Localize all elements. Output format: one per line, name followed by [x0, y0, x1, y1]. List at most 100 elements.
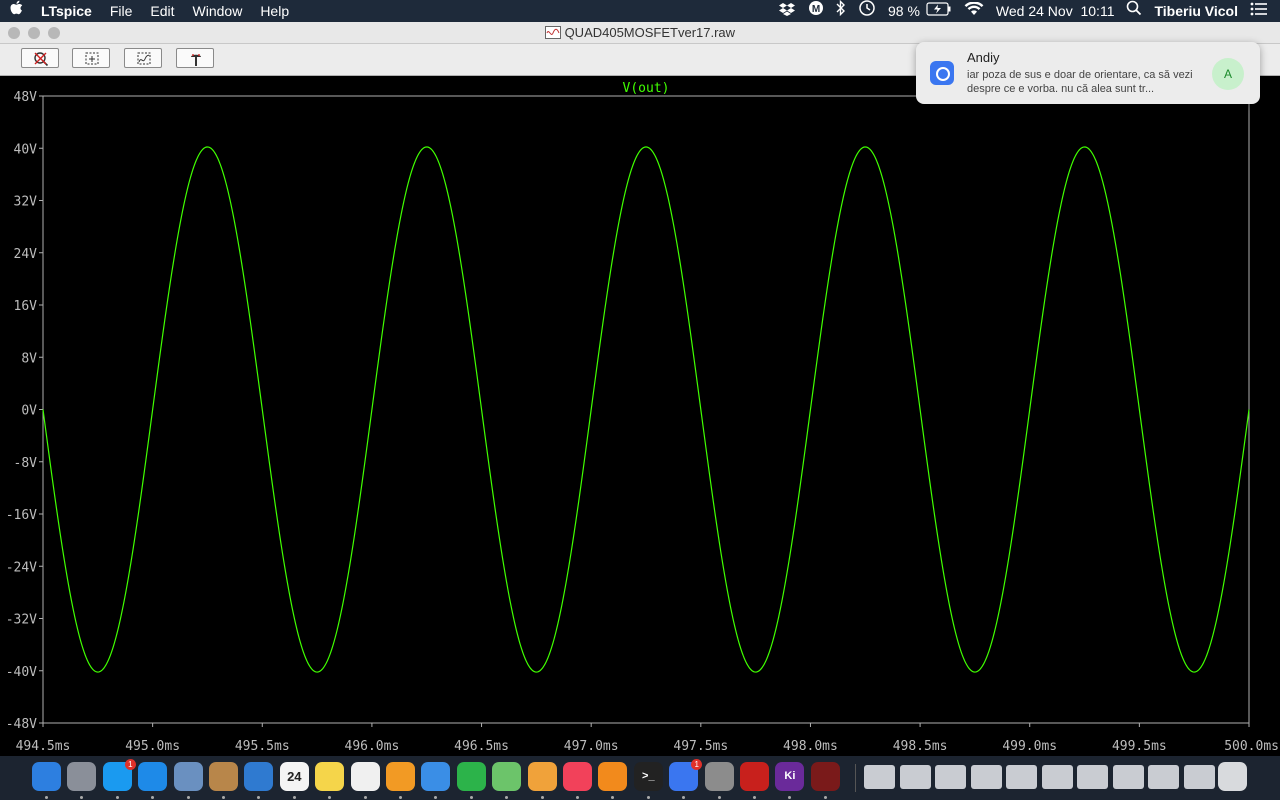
x-tick-label: 497.0ms — [564, 739, 619, 754]
dock-running-indicator — [399, 796, 402, 799]
y-tick-label: 24V — [14, 247, 38, 262]
dock-numbers-icon[interactable] — [456, 762, 486, 791]
dock-maps-icon[interactable] — [492, 762, 522, 791]
waveform-chart[interactable]: V(out) 48V 40V 32V 24V 16V 8V 0V -8V -16V -24V -32… — [0, 76, 1280, 756]
x-axis: 494.5ms 495.0ms 495.5ms 496.0ms 496.5ms 497.0… — [16, 723, 1279, 754]
y-tick-label: 0V — [21, 404, 37, 419]
dock-notes-icon[interactable] — [315, 762, 345, 791]
y-tick-label: -8V — [14, 456, 38, 471]
dock-app-store-icon[interactable]: 1 — [102, 759, 136, 791]
x-tick-label: 497.5ms — [673, 739, 728, 754]
app-menu[interactable]: LTspice — [32, 0, 101, 22]
dock-minimized-window[interactable] — [899, 765, 931, 789]
battery-icon[interactable] — [926, 0, 958, 22]
dock-textedit-icon[interactable] — [350, 762, 380, 791]
list-icon[interactable] — [1244, 0, 1274, 22]
dock-minimized-window[interactable] — [1183, 765, 1215, 789]
dropbox-icon[interactable] — [772, 0, 802, 22]
time-machine-icon[interactable] — [852, 0, 882, 23]
dock-running-indicator — [753, 796, 756, 799]
dock-terminal-label: >_ — [642, 770, 655, 782]
zoom-area-button[interactable] — [72, 48, 110, 68]
dock-books-icon[interactable] — [598, 762, 628, 791]
window-title-text: QUAD405MOSFETver17.raw — [564, 25, 736, 40]
autorange-button[interactable] — [124, 48, 162, 68]
dock-photos-icon[interactable] — [527, 762, 557, 791]
dock-running-indicator — [788, 796, 792, 799]
dock-calculator-icon[interactable] — [704, 762, 734, 791]
dock-xcode-icon[interactable] — [244, 762, 274, 791]
dock-music-icon[interactable] — [563, 762, 592, 791]
dock-finder-icon[interactable] — [32, 762, 61, 791]
plot-frame — [42, 95, 1250, 724]
dock-preview-icon[interactable] — [173, 762, 203, 791]
zoom-cancel-icon — [34, 52, 49, 67]
dock-keynote-icon[interactable] — [421, 762, 451, 791]
trace-label[interactable]: V(out) — [623, 81, 670, 96]
dock-running-indicator — [434, 796, 438, 799]
zoom-cancel-button[interactable] — [21, 48, 59, 68]
dock-kicad-label: Ki — [784, 770, 796, 782]
dock-safari-icon[interactable] — [138, 762, 168, 791]
waveform-file-icon — [544, 26, 561, 39]
dock-trash-icon[interactable] — [1218, 762, 1247, 791]
y-tick-label: -48V — [6, 717, 37, 732]
menu-file[interactable]: File — [101, 0, 142, 22]
dock-minimized-window[interactable] — [970, 765, 1002, 789]
dock-running-indicator — [540, 796, 544, 799]
dock-kicad-icon[interactable]: Ki — [775, 762, 805, 791]
y-tick-label: 40V — [14, 142, 38, 157]
search-icon[interactable] — [1120, 0, 1148, 22]
dock-launchpad-icon[interactable] — [67, 762, 97, 791]
dock-running-indicator — [328, 796, 332, 799]
waveform-plot[interactable]: V(out) 48V 40V 32V 24V 16V 8V 0V -8V -16V -24V -32… — [0, 76, 1280, 756]
x-tick-label: 499.0ms — [1002, 739, 1057, 754]
sender-avatar: A — [1212, 58, 1244, 90]
menu-window[interactable]: Window — [184, 0, 252, 22]
dock-pages-icon[interactable] — [386, 762, 415, 791]
m-icon[interactable]: M — [802, 0, 830, 22]
dock: 1 24 >_ 1 Ki — [0, 756, 1280, 800]
dock-running-indicator — [363, 796, 367, 799]
dock-running-indicator — [80, 796, 84, 799]
dock-minimized-window[interactable] — [1041, 765, 1073, 789]
y-tick-label: 48V — [14, 90, 38, 105]
dock-running-indicator — [292, 796, 296, 799]
bluetooth-icon[interactable] — [830, 0, 852, 22]
probe-button[interactable] — [176, 48, 214, 68]
datetime[interactable]: Wed 24 Nov 10:11 — [990, 0, 1121, 22]
dock-separator — [855, 764, 856, 792]
menu-help[interactable]: Help — [251, 0, 298, 22]
dock-minimized-window[interactable] — [1077, 765, 1108, 789]
dock-ltspice-icon[interactable] — [810, 762, 840, 791]
x-tick-label: 500.0ms — [1224, 739, 1279, 754]
menu-edit[interactable]: Edit — [141, 0, 183, 22]
dock-minimized-window[interactable] — [1112, 765, 1144, 789]
dock-terminal-icon[interactable]: >_ — [633, 762, 663, 791]
svg-text:M: M — [812, 4, 820, 15]
dock-minimized-window[interactable] — [1006, 765, 1037, 789]
x-tick-label: 494.5ms — [16, 739, 71, 754]
apple-menu-icon[interactable] — [0, 0, 32, 22]
user-menu[interactable]: Tiberiu Vicol — [1148, 0, 1244, 22]
y-tick-label: -16V — [6, 508, 37, 523]
battery-percent: 98 % — [888, 3, 920, 19]
dock-calendar-icon[interactable]: 24 — [279, 762, 309, 791]
x-tick-label: 499.5ms — [1112, 739, 1167, 754]
dock-archive-icon[interactable] — [209, 762, 238, 791]
x-tick-label: 495.5ms — [235, 739, 290, 754]
dock-acrobat-icon[interactable] — [740, 762, 769, 791]
dock-running-indicator — [717, 796, 721, 799]
dock-minimized-window[interactable] — [935, 765, 966, 789]
dock-minimized-window[interactable] — [864, 765, 895, 789]
dock-running-indicator — [257, 796, 261, 799]
dock-signal-icon[interactable]: 1 — [669, 759, 703, 791]
y-axis: 48V 40V 32V 24V 16V 8V 0V -8V -16V -24V -32V -40V -4… — [6, 90, 43, 732]
dock-running-indicator — [469, 796, 473, 799]
notification-banner[interactable]: Andiy iar poza de sus e doar de orientar… — [916, 42, 1260, 104]
dock-running-indicator — [45, 796, 48, 799]
dock-running-indicator — [186, 796, 190, 799]
dock-minimized-window[interactable] — [1148, 765, 1179, 789]
wifi-icon[interactable] — [958, 0, 990, 22]
dock-badge: 1 — [691, 759, 703, 770]
